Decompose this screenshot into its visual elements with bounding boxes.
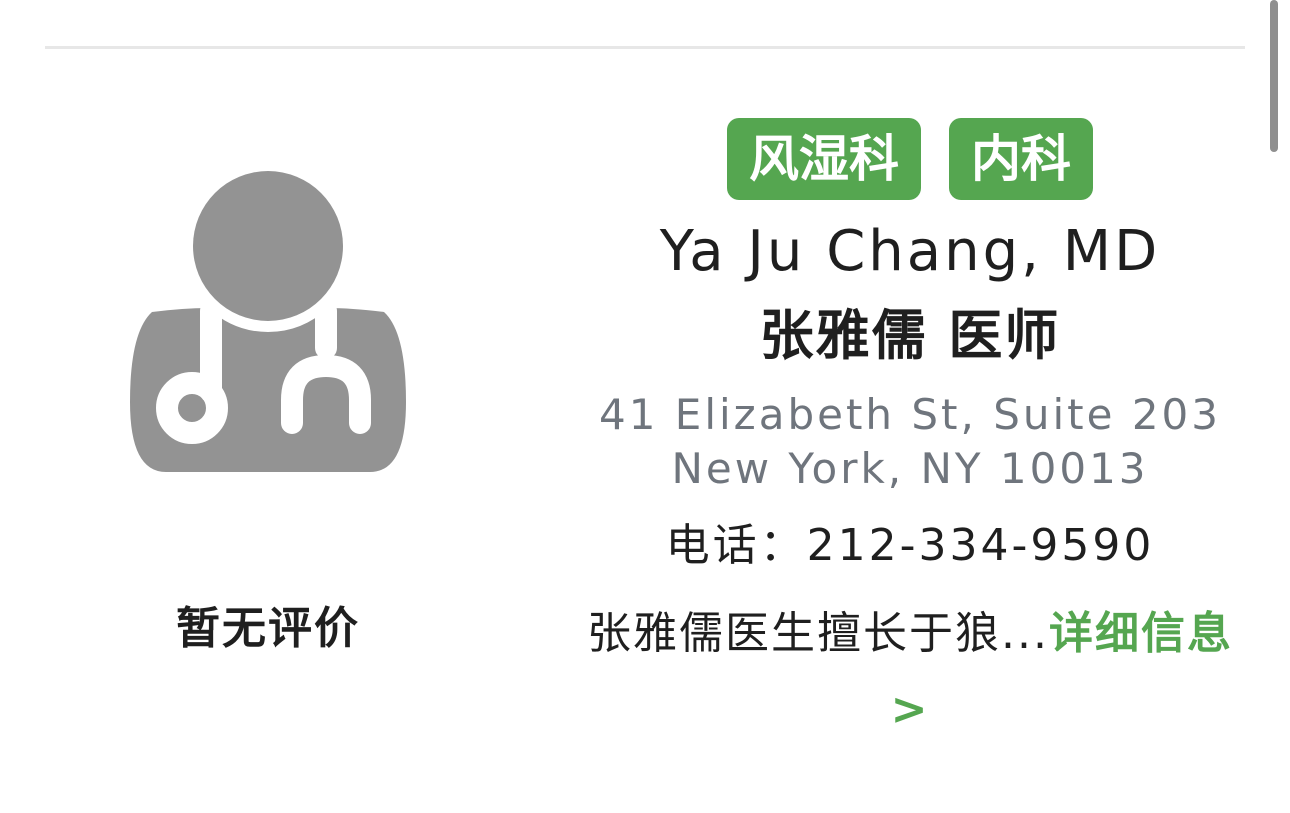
bio-excerpt: 张雅儒医生擅长于狼... [587,608,1049,659]
clinic-address: 41 Elizabeth St, Suite 203 New York, NY … [580,388,1240,496]
rating-status: 暂无评价 [176,603,360,654]
specialty-tags: 风湿科 内科 [580,118,1240,200]
doctor-avatar-icon [130,170,406,472]
address-line-2: New York, NY 10013 [671,444,1149,493]
specialty-tag-internal-medicine[interactable]: 内科 [949,118,1093,200]
doctor-name-chinese: 张雅儒 医师 [759,304,1061,367]
address-line-1: 41 Elizabeth St, Suite 203 [599,390,1221,439]
doctor-name-english: Ya Ju Chang, MD [659,219,1161,284]
doctor-bio: 张雅儒医生擅长于狼...详细信息 > [580,596,1240,748]
specialty-tag-rheumatology[interactable]: 风湿科 [727,118,921,200]
scrollbar[interactable] [1270,0,1278,152]
top-divider [45,46,1245,49]
doctor-info: 风湿科 内科 Ya Ju Chang, MD 张雅儒 医师 41 Elizabe… [580,118,1240,748]
phone-number[interactable]: 电话：212-334-9590 [580,518,1240,574]
